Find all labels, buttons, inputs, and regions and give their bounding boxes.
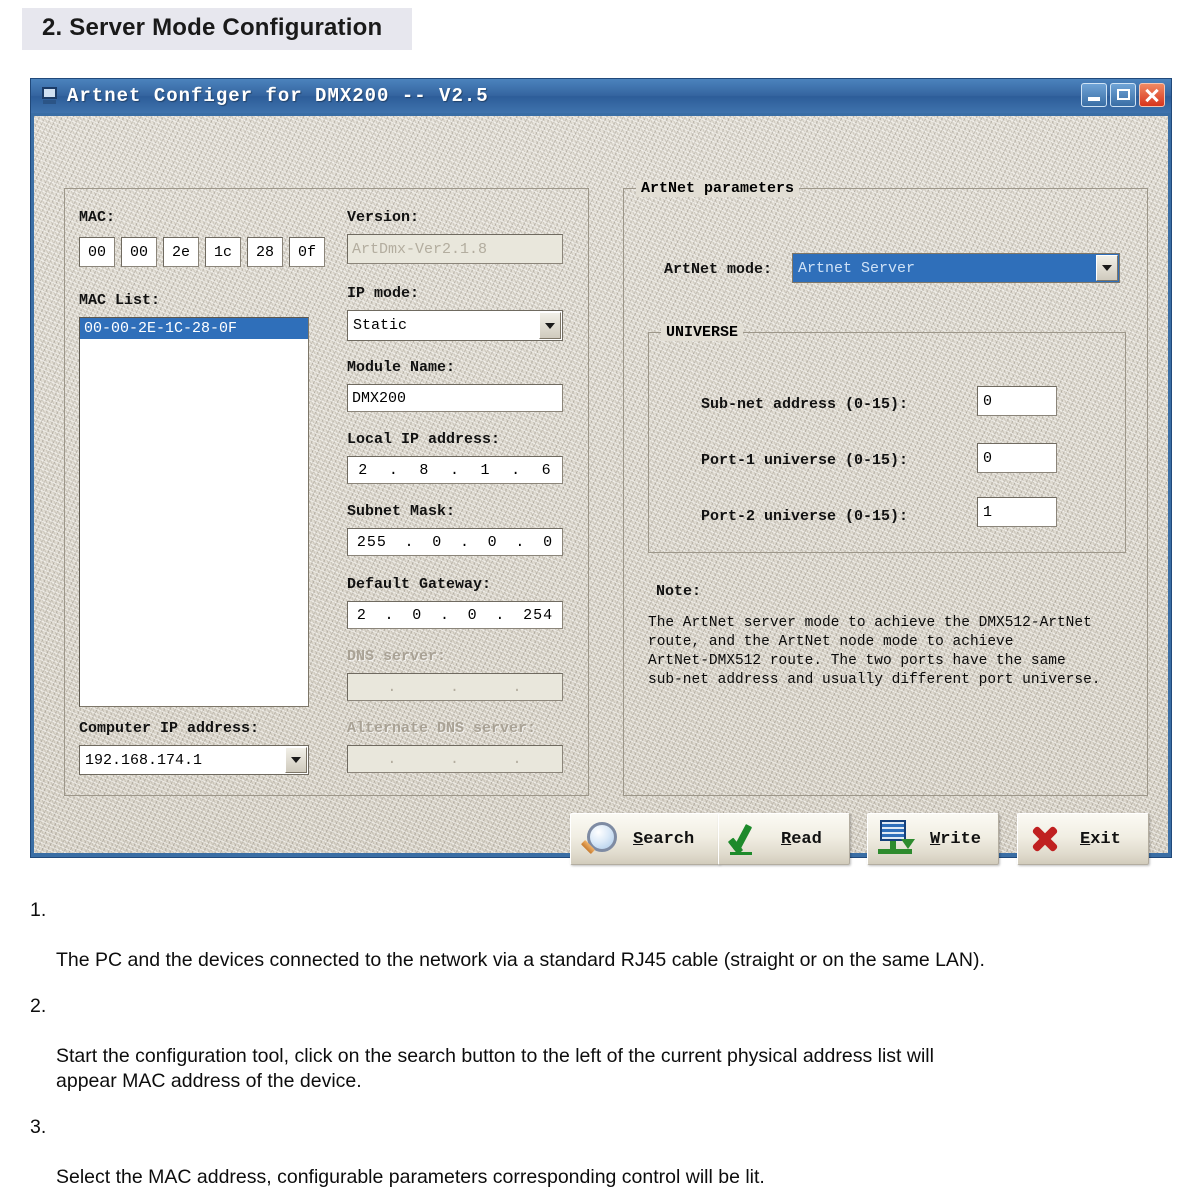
gateway-octet-0[interactable]: 2 [357, 607, 367, 624]
subnet-mask-octet-1[interactable]: 0 [432, 534, 442, 551]
computer-ip-combo[interactable]: 192.168.174.1 [79, 745, 309, 775]
mac-octet-5[interactable]: 0f [289, 237, 325, 267]
ip-mode-label: IP mode: [347, 285, 420, 302]
instruction-text: The PC and the devices connected to the … [56, 949, 985, 971]
artnet-parameters-title: ArtNet parameters [636, 180, 800, 197]
port2-universe-field[interactable]: 1 [977, 497, 1057, 527]
mac-octet-4[interactable]: 28 [247, 237, 283, 267]
dns-server-label: DNS server: [347, 648, 447, 665]
local-ip-octet-2[interactable]: 1 [481, 462, 491, 479]
mac-list-label: MAC List: [79, 292, 161, 309]
version-label: Version: [347, 209, 420, 226]
mac-octet-2[interactable]: 2e [163, 237, 199, 267]
port1-universe-field[interactable]: 0 [977, 443, 1057, 473]
artnet-configer-window: Artnet Configer for DMX200 -- V2.5 MAC: … [30, 78, 1172, 865]
version-field: ArtDmx-Ver2.1.8 [347, 234, 563, 264]
ip-mode-combo[interactable]: Static [347, 310, 563, 341]
subnet-mask-octet-2[interactable]: 0 [488, 534, 498, 551]
chevron-down-icon[interactable] [285, 747, 307, 773]
computer-ip-value: 192.168.174.1 [85, 751, 203, 769]
artnet-mode-label: ArtNet mode: [664, 261, 773, 278]
green-check-icon [727, 819, 769, 859]
mac-octet-3[interactable]: 1c [205, 237, 241, 267]
local-ip-label: Local IP address: [347, 431, 501, 448]
mac-list[interactable]: 00-00-2E-1C-28-0F [79, 317, 309, 707]
subnet-address-label: Sub-net address (0-15): [701, 396, 909, 413]
default-gateway-field[interactable]: 2. 0. 0. 254 [347, 601, 563, 629]
subnet-mask-octet-0[interactable]: 255 [357, 534, 387, 551]
local-ip-field[interactable]: 2. 8. 1. 6 [347, 456, 563, 484]
read-button[interactable]: Read [718, 813, 850, 865]
artnet-mode-value: Artnet Server [798, 259, 916, 277]
list-item: 3. Select the MAC address, configurable … [30, 1115, 1170, 1190]
write-button[interactable]: Write [867, 813, 999, 865]
module-name-field[interactable]: DMX200 [347, 384, 563, 412]
download-to-device-icon [876, 819, 918, 859]
subnet-mask-field[interactable]: 255. 0. 0. 0 [347, 528, 563, 556]
screenshot-root: 2. Server Mode Configuration Artnet Conf… [0, 0, 1200, 1200]
ip-mode-value: Static [353, 317, 408, 334]
red-x-icon [1026, 819, 1068, 859]
search-button-label: Search [633, 829, 695, 849]
gateway-octet-3[interactable]: 254 [523, 607, 553, 624]
universe-title: UNIVERSE [661, 324, 744, 341]
chevron-down-icon[interactable] [539, 312, 561, 339]
instruction-text: Start the configuration tool, click on t… [56, 1045, 934, 1092]
instruction-number: 2. [30, 995, 47, 1017]
magnifier-icon [579, 819, 621, 859]
alternate-dns-server-label: Alternate DNS server: [347, 720, 537, 737]
instruction-number: 3. [30, 1116, 47, 1138]
universe-group: UNIVERSE Sub-net address (0-15): 0 Port-… [648, 324, 1126, 553]
chevron-down-icon[interactable] [1096, 255, 1118, 281]
list-item: 1. The PC and the devices connected to t… [30, 898, 1170, 973]
exit-button[interactable]: Exit [1017, 813, 1149, 865]
subnet-address-field[interactable]: 0 [977, 386, 1057, 416]
close-icon[interactable] [1139, 83, 1165, 107]
local-ip-octet-3[interactable]: 6 [542, 462, 552, 479]
note-label: Note: [656, 583, 702, 600]
window-titlebar[interactable]: Artnet Configer for DMX200 -- V2.5 [31, 79, 1171, 113]
local-ip-octet-1[interactable]: 8 [419, 462, 429, 479]
local-ip-octet-0[interactable]: 2 [358, 462, 368, 479]
note-text: The ArtNet server mode to achieve the DM… [648, 615, 1101, 688]
page-title: 2. Server Mode Configuration [42, 14, 383, 41]
default-gateway-label: Default Gateway: [347, 576, 492, 593]
instruction-number: 1. [30, 899, 47, 921]
module-name-label: Module Name: [347, 359, 456, 376]
artnet-parameters-group: ArtNet parameters ArtNet mode: Artnet Se… [623, 180, 1148, 796]
maximize-icon[interactable] [1110, 83, 1136, 107]
write-button-label: Write [930, 829, 982, 849]
gateway-octet-1[interactable]: 0 [412, 607, 422, 624]
search-button[interactable]: Search [570, 813, 720, 865]
computer-ip-label: Computer IP address: [79, 720, 260, 737]
device-parameters-group: MAC: 00 00 2e 1c 28 0f MAC List: 00-00-2… [64, 188, 589, 796]
port2-universe-label: Port-2 universe (0-15): [701, 508, 909, 525]
exit-button-label: Exit [1080, 829, 1121, 849]
dns-server-field: . . . [347, 673, 563, 701]
read-button-label: Read [781, 829, 822, 849]
alternate-dns-server-field: . . . [347, 745, 563, 773]
subnet-mask-label: Subnet Mask: [347, 503, 456, 520]
mac-octet-0[interactable]: 00 [79, 237, 115, 267]
window-client-area: MAC: 00 00 2e 1c 28 0f MAC List: 00-00-2… [34, 116, 1168, 865]
instruction-list: 1. The PC and the devices connected to t… [30, 898, 1170, 1200]
mac-octet-1[interactable]: 00 [121, 237, 157, 267]
artnet-mode-combo[interactable]: Artnet Server [792, 253, 1120, 283]
port1-universe-label: Port-1 universe (0-15): [701, 452, 909, 469]
instruction-text: Select the MAC address, configurable par… [56, 1166, 765, 1188]
window-controls [1081, 83, 1165, 107]
window-title: Artnet Configer for DMX200 -- V2.5 [67, 85, 489, 107]
monitor-icon [39, 85, 61, 107]
list-item: 2. Start the configuration tool, click o… [30, 994, 1170, 1094]
subnet-mask-octet-3[interactable]: 0 [543, 534, 553, 551]
list-item[interactable]: 00-00-2E-1C-28-0F [80, 318, 308, 339]
minimize-icon[interactable] [1081, 83, 1107, 107]
mac-label: MAC: [79, 209, 116, 226]
gateway-octet-2[interactable]: 0 [468, 607, 478, 624]
